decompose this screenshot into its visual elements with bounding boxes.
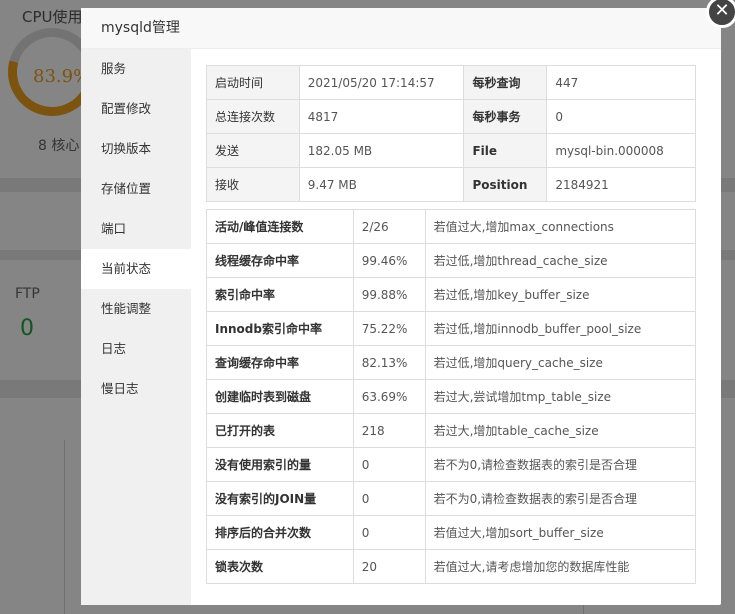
stat-label: 锁表次数 [206, 549, 354, 584]
stat-label: 没有使用索引的量 [206, 447, 354, 482]
stat-tip: 若值过大,增加max_connections [424, 209, 697, 244]
table-row: 没有索引的JOIN量 0 若不为0,请检查数据表的索引是否合理 [206, 481, 697, 516]
info-label: 每秒事务 [463, 99, 548, 134]
status-content: 启动时间 2021/05/20 17:14:57 每秒查询 447 总连接次数 … [206, 65, 697, 584]
stat-value: 63.69% [352, 379, 426, 414]
stat-tip: 若过大,增加table_cache_size [424, 413, 697, 448]
close-icon: ✕ [714, 0, 730, 21]
info-label: 启动时间 [206, 65, 300, 100]
info-value: 2184921 [546, 167, 696, 202]
info-value: 0 [546, 99, 696, 134]
stat-label: 索引命中率 [206, 277, 354, 312]
stat-label: 已打开的表 [206, 413, 354, 448]
table-row: 接收 9.47 MB Position 2184921 [206, 167, 696, 202]
info-label: 接收 [206, 167, 300, 202]
nav-item-service[interactable]: 服务 [81, 49, 191, 89]
table-row: 活动/峰值连接数 2/26 若值过大,增加max_connections [206, 209, 697, 244]
nav-item-tuning[interactable]: 性能调整 [81, 289, 191, 329]
stat-label: 排序后的合并次数 [206, 515, 354, 550]
nav-item-port[interactable]: 端口 [81, 209, 191, 249]
info-label: 每秒查询 [463, 65, 548, 100]
stat-label: Innodb索引命中率 [206, 311, 354, 346]
mysqld-manager-dialog: mysqld管理 服务 配置修改 切换版本 存储位置 端口 当前状态 性能调整 … [81, 8, 721, 605]
stat-tip: 若不为0,请检查数据表的索引是否合理 [424, 481, 697, 516]
table-row: 总连接次数 4817 每秒事务 0 [206, 99, 696, 134]
nav-item-storage[interactable]: 存储位置 [81, 169, 191, 209]
stat-label: 没有索引的JOIN量 [206, 481, 354, 516]
stat-value: 0 [352, 481, 426, 516]
nav-item-status[interactable]: 当前状态 [81, 249, 191, 289]
stat-label: 创建临时表到磁盘 [206, 379, 354, 414]
nav-item-log[interactable]: 日志 [81, 329, 191, 369]
table-row: 锁表次数 20 若值过大,请考虑增加您的数据库性能 [206, 549, 697, 584]
nav-item-switch-version[interactable]: 切换版本 [81, 129, 191, 169]
stat-value: 0 [352, 515, 426, 550]
stat-tip: 若过低,增加innodb_buffer_pool_size [424, 311, 697, 346]
stat-label: 活动/峰值连接数 [206, 209, 354, 244]
stat-value: 82.13% [352, 345, 426, 380]
table-row: 启动时间 2021/05/20 17:14:57 每秒查询 447 [206, 65, 696, 100]
stat-value: 218 [352, 413, 426, 448]
info-label: 总连接次数 [206, 99, 300, 134]
info-label: File [463, 133, 548, 168]
info-value: mysql-bin.000008 [546, 133, 696, 168]
info-label: 发送 [206, 133, 300, 168]
close-button[interactable]: ✕ [706, 0, 735, 28]
stat-tip: 若过大,尝试增加tmp_table_size [424, 379, 697, 414]
stat-value: 99.88% [352, 277, 426, 312]
stat-value: 99.46% [352, 243, 426, 278]
stat-value: 20 [352, 549, 426, 584]
table-row: Innodb索引命中率 75.22% 若过低,增加innodb_buffer_p… [206, 311, 697, 346]
stat-tip: 若过低,增加key_buffer_size [424, 277, 697, 312]
table-row: 创建临时表到磁盘 63.69% 若过大,尝试增加tmp_table_size [206, 379, 697, 414]
stat-tip: 若不为0,请检查数据表的索引是否合理 [424, 447, 697, 482]
stat-value: 2/26 [352, 209, 426, 244]
nav-item-slow-log[interactable]: 慢日志 [81, 369, 191, 409]
stat-tip: 若过低,增加query_cache_size [424, 345, 697, 380]
info-value: 4817 [298, 99, 465, 134]
info-label: Position [463, 167, 548, 202]
nav-item-config[interactable]: 配置修改 [81, 89, 191, 129]
info-value: 9.47 MB [298, 167, 465, 202]
table-row: 线程缓存命中率 99.46% 若过低,增加thread_cache_size [206, 243, 697, 278]
stat-value: 75.22% [352, 311, 426, 346]
stat-label: 查询缓存命中率 [206, 345, 354, 380]
stat-tip: 若过低,增加thread_cache_size [424, 243, 697, 278]
table-row: 没有使用索引的量 0 若不为0,请检查数据表的索引是否合理 [206, 447, 697, 482]
table-row: 已打开的表 218 若过大,增加table_cache_size [206, 413, 697, 448]
table-row: 排序后的合并次数 0 若值过大,增加sort_buffer_size [206, 515, 697, 550]
server-info-table: 启动时间 2021/05/20 17:14:57 每秒查询 447 总连接次数 … [206, 65, 696, 202]
table-row: 查询缓存命中率 82.13% 若过低,增加query_cache_size [206, 345, 697, 380]
stat-tip: 若值过大,请考虑增加您的数据库性能 [424, 549, 697, 584]
table-row: 发送 182.05 MB File mysql-bin.000008 [206, 133, 696, 168]
stat-tip: 若值过大,增加sort_buffer_size [424, 515, 697, 550]
stat-label: 线程缓存命中率 [206, 243, 354, 278]
dialog-sidebar: 服务 配置修改 切换版本 存储位置 端口 当前状态 性能调整 日志 慢日志 [81, 49, 191, 605]
info-value: 447 [546, 65, 696, 100]
stat-value: 0 [352, 447, 426, 482]
table-row: 索引命中率 99.88% 若过低,增加key_buffer_size [206, 277, 697, 312]
performance-stats-table: 活动/峰值连接数 2/26 若值过大,增加max_connections 线程缓… [206, 209, 697, 584]
info-value: 2021/05/20 17:14:57 [298, 65, 465, 100]
info-value: 182.05 MB [298, 133, 465, 168]
dialog-title: mysqld管理 [81, 8, 721, 49]
